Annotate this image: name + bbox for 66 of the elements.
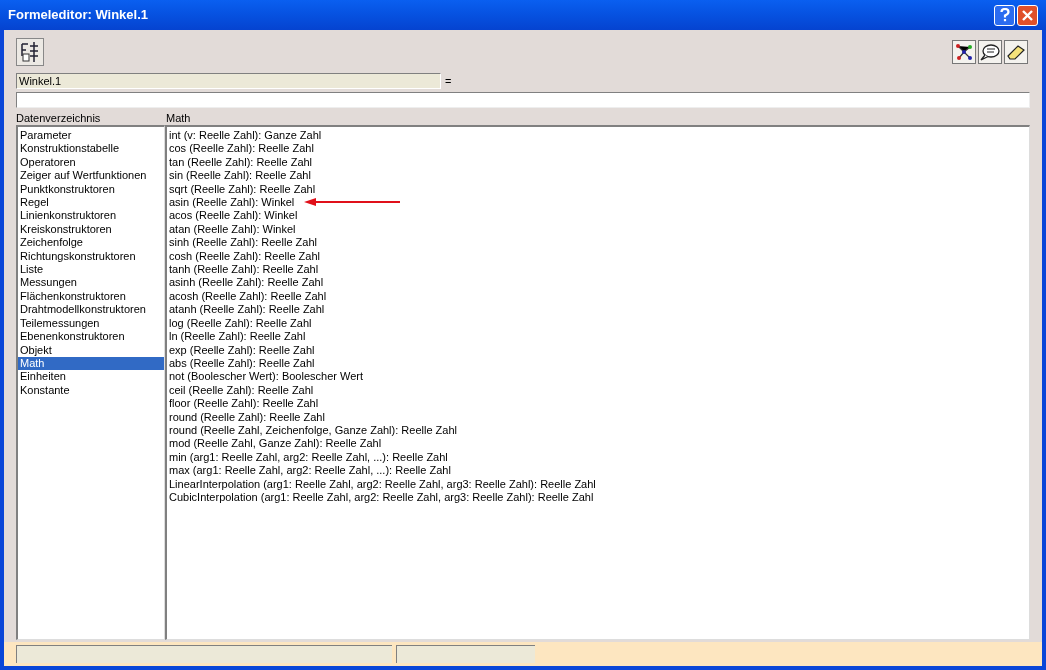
function-item[interactable]: abs (Reelle Zahl): Reelle Zahl (167, 356, 317, 371)
formula-tree-button[interactable] (16, 38, 44, 66)
function-item[interactable]: round (Reelle Zahl, Zeichenfolge, Ganze Zahl): Reelle Zahl (167, 423, 459, 438)
function-item[interactable]: sinh (Reelle Zahl): Reelle Zahl (167, 236, 319, 250)
function-item[interactable]: sin (Reelle Zahl): Reelle Zahl (167, 169, 313, 183)
dictionary-item[interactable]: Ebenenkonstruktoren (18, 330, 164, 344)
function-item[interactable]: floor (Reelle Zahl): Reelle Zahl (167, 397, 321, 411)
help-button[interactable] (994, 4, 1015, 26)
function-item[interactable]: CubicInterpolation (arg1: Reelle Zahl, arg2: Reelle Zahl, arg3: Reelle Zahl): Reelle Zahl (167, 490, 596, 505)
formula-name-field[interactable]: Winkel.1 (16, 73, 441, 89)
eraser-icon (1007, 44, 1025, 60)
panel-label: Datenverzeichnis (16, 112, 102, 125)
function-item[interactable]: tanh (Reelle Zahl): Reelle Zahl (167, 263, 321, 277)
dictionary-item[interactable]: Drahtmodellkonstruktoren (18, 303, 164, 317)
dictionary-item[interactable]: Teilemessungen (18, 316, 164, 331)
function-item[interactable]: asinh (Reelle Zahl): Reelle Zahl (167, 276, 326, 290)
function-item[interactable]: atan (Reelle Zahl): Winkel (167, 222, 298, 237)
dictionary-item[interactable]: Objekt (18, 343, 164, 357)
function-item[interactable]: sqrt (Reelle Zahl): Reelle Zahl (167, 182, 318, 197)
graph-button[interactable] (952, 40, 976, 64)
formula-input-field[interactable] (16, 92, 1030, 108)
dictionary-item[interactable]: Flächenkonstruktoren (18, 289, 164, 304)
dictionary-item[interactable]: Zeichenfolge (18, 236, 164, 250)
dictionary-item[interactable]: Math (18, 356, 164, 371)
dictionary-item[interactable]: Einheiten (18, 370, 164, 384)
dictionary-item[interactable]: Liste (18, 263, 164, 277)
dictionary-item[interactable]: Linienkonstruktoren (18, 209, 164, 223)
function-item[interactable]: cos (Reelle Zahl): Reelle Zahl (167, 142, 316, 156)
close-icon (1022, 9, 1033, 21)
function-item[interactable]: tan (Reelle Zahl): Reelle Zahl (167, 155, 315, 170)
close-button[interactable] (1017, 4, 1038, 26)
dictionary-item[interactable]: Konstruktionstabelle (18, 142, 164, 156)
function-item[interactable]: max (arg1: Reelle Zahl, arg2: Reelle Zahl, ...): Reelle Zahl (167, 464, 453, 478)
window-title: Formeleditor: Winkel.1 (8, 6, 150, 25)
function-item[interactable]: acosh (Reelle Zahl): Reelle Zahl (167, 289, 329, 304)
dictionary-item[interactable]: Operatoren (18, 155, 164, 170)
function-item[interactable]: ln (Reelle Zahl): Reelle Zahl (167, 330, 308, 344)
dictionary-item[interactable]: Regel (18, 196, 164, 210)
function-item[interactable]: mod (Reelle Zahl, Ganze Zahl): Reelle Zahl (167, 437, 384, 451)
speech-bubble-icon (980, 43, 1000, 61)
help-icon (999, 8, 1010, 22)
comment-button[interactable] (978, 40, 1002, 64)
function-item[interactable]: log (Reelle Zahl): Reelle Zahl (167, 316, 314, 331)
function-item[interactable]: min (arg1: Reelle Zahl, arg2: Reelle Zahl, ...): Reelle Zahl (167, 450, 450, 465)
dictionary-item[interactable]: Zeiger auf Wertfunktionen (18, 169, 164, 183)
equals-sign: = (445, 73, 452, 89)
dictionary-item[interactable]: Richtungskonstruktoren (18, 249, 164, 264)
function-item[interactable]: asin (Reelle Zahl): Winkel (167, 196, 297, 210)
node-graph-icon (955, 43, 973, 61)
dictionary-item[interactable]: Parameter (18, 129, 164, 143)
dictionary-item[interactable]: Punktkonstruktoren (18, 182, 164, 197)
dictionary-item[interactable]: Messungen (18, 276, 164, 290)
panel-label: Math (166, 112, 192, 125)
function-item[interactable]: ceil (Reelle Zahl): Reelle Zahl (167, 383, 316, 398)
dictionary-item[interactable]: Konstante (18, 383, 164, 398)
dictionary-item[interactable]: Kreiskonstruktoren (18, 222, 164, 237)
function-item[interactable]: round (Reelle Zahl): Reelle Zahl (167, 410, 327, 424)
tree-list-icon (20, 41, 40, 63)
function-item[interactable]: atanh (Reelle Zahl): Reelle Zahl (167, 303, 327, 317)
function-item[interactable]: exp (Reelle Zahl): Reelle Zahl (167, 343, 317, 357)
eraser-button[interactable] (1004, 40, 1028, 64)
function-item[interactable]: cosh (Reelle Zahl): Reelle Zahl (167, 249, 322, 264)
function-item[interactable]: acos (Reelle Zahl): Winkel (167, 209, 300, 223)
function-item[interactable]: LinearInterpolation (arg1: Reelle Zahl, arg2: Reelle Zahl, arg3: Reelle Zahl): Reelle Zahl (167, 477, 598, 491)
function-item[interactable]: int (v: Reelle Zahl): Ganze Zahl (167, 129, 324, 143)
function-item[interactable]: not (Boolescher Wert): Boolescher Wert (167, 370, 365, 384)
